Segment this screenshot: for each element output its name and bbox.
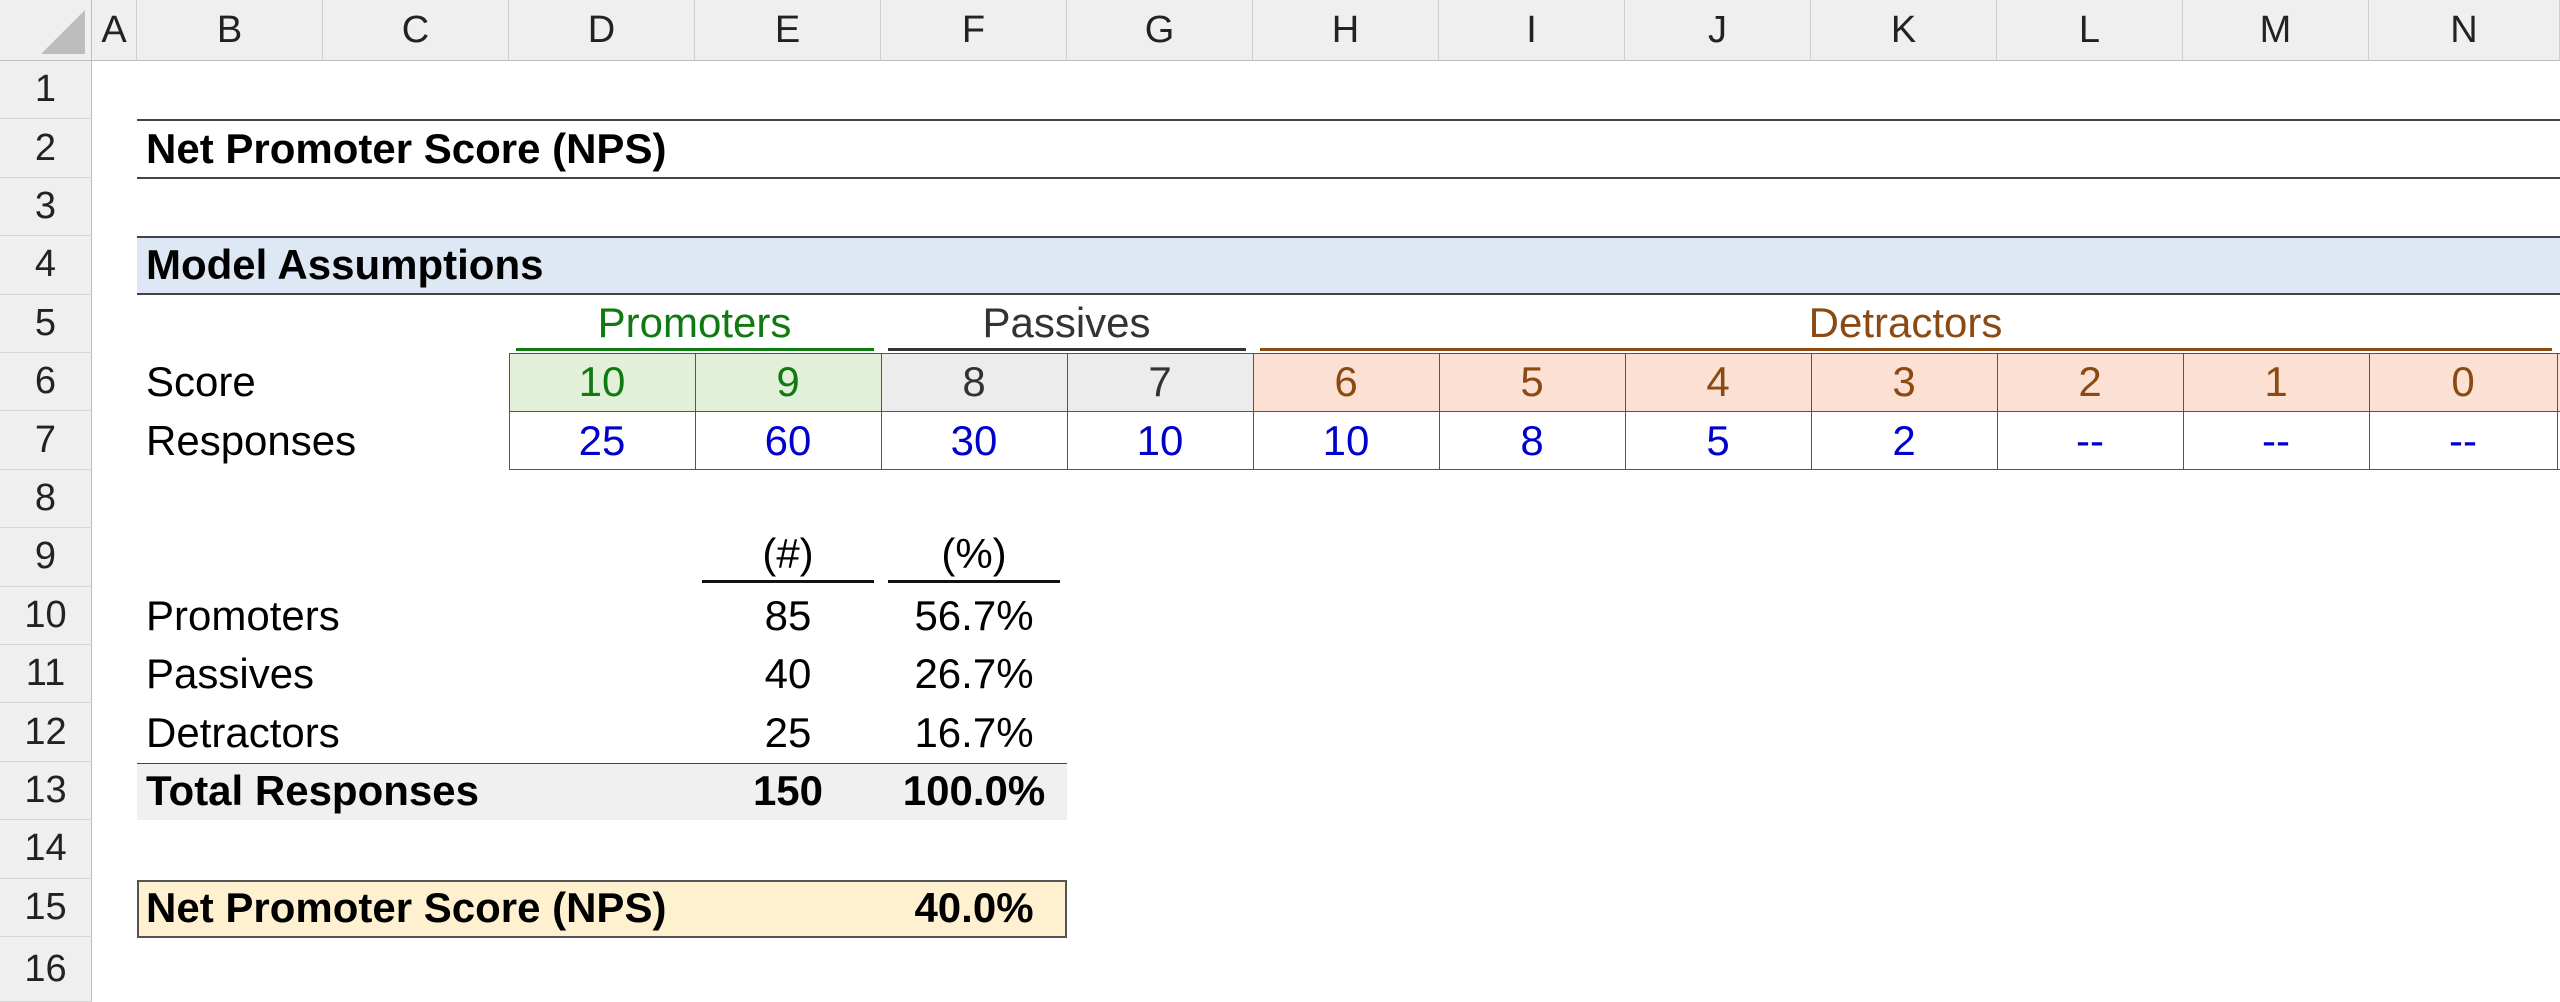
- summary-pct-detractors[interactable]: 16.7%: [881, 703, 1067, 761]
- row-header-13[interactable]: 13: [0, 761, 92, 821]
- response-cell[interactable]: 10: [1067, 411, 1253, 469]
- promoters-underline: [516, 348, 874, 351]
- score-table-vline: [2557, 353, 2558, 470]
- row-header-1[interactable]: 1: [0, 61, 92, 120]
- row-header-4[interactable]: 4: [0, 236, 92, 295]
- section-header[interactable]: Model Assumptions: [146, 236, 543, 294]
- pct-header-underline: [888, 580, 1060, 583]
- row-header-12[interactable]: 12: [0, 703, 92, 762]
- column-header-g[interactable]: G: [1067, 0, 1253, 61]
- column-header-n[interactable]: N: [2369, 0, 2560, 61]
- score-cell[interactable]: 3: [1811, 353, 1997, 411]
- row-header-2[interactable]: 2: [0, 119, 92, 178]
- summary-label-detractors[interactable]: Detractors: [146, 703, 340, 761]
- summary-count-detractors[interactable]: 25: [695, 703, 881, 761]
- row-header-8[interactable]: 8: [0, 469, 92, 529]
- group-label-promoters[interactable]: Promoters: [515, 295, 874, 351]
- select-all-triangle-icon: [41, 10, 85, 54]
- score-cell[interactable]: 10: [509, 353, 695, 411]
- count-column-header[interactable]: (#): [701, 528, 875, 580]
- row-header-15[interactable]: 15: [0, 878, 92, 937]
- count-header-underline: [702, 580, 874, 583]
- column-header-f[interactable]: F: [881, 0, 1067, 61]
- column-header-m[interactable]: M: [2183, 0, 2369, 61]
- row-header-7[interactable]: 7: [0, 411, 92, 470]
- row-header-14[interactable]: 14: [0, 820, 92, 879]
- row-header-5[interactable]: 5: [0, 294, 92, 353]
- summary-label-promoters[interactable]: Promoters: [146, 587, 340, 645]
- row-header-3[interactable]: 3: [0, 177, 92, 237]
- nps-value[interactable]: 40.0%: [881, 879, 1067, 937]
- score-cell[interactable]: 2: [1997, 353, 2183, 411]
- select-all-corner[interactable]: [0, 0, 92, 61]
- row-header-10[interactable]: 10: [0, 586, 92, 645]
- row-header-9[interactable]: 9: [0, 528, 92, 587]
- response-cell[interactable]: --: [2183, 411, 2369, 469]
- row-header-6[interactable]: 6: [0, 353, 92, 412]
- column-header-h[interactable]: H: [1253, 0, 1439, 61]
- row-label-responses[interactable]: Responses: [146, 411, 356, 469]
- total-responses-pct[interactable]: 100.0%: [881, 762, 1067, 820]
- column-header-d[interactable]: D: [509, 0, 695, 61]
- column-header-b[interactable]: B: [137, 0, 323, 61]
- response-cell[interactable]: 8: [1439, 411, 1625, 469]
- column-header-i[interactable]: I: [1439, 0, 1625, 61]
- spreadsheet-grid: A B C D E F G H I J K L M N 1 2 3 4 5 6 …: [0, 0, 2560, 1002]
- column-header-a[interactable]: A: [92, 0, 137, 61]
- score-cell[interactable]: 6: [1253, 353, 1439, 411]
- detractors-underline: [1260, 348, 2552, 351]
- column-header-l[interactable]: L: [1997, 0, 2183, 61]
- response-cell[interactable]: 25: [509, 411, 695, 469]
- response-cell[interactable]: --: [2369, 411, 2557, 469]
- score-cell[interactable]: 7: [1067, 353, 1253, 411]
- response-cell[interactable]: 60: [695, 411, 881, 469]
- column-header-k[interactable]: K: [1811, 0, 1997, 61]
- response-cell[interactable]: --: [1997, 411, 2183, 469]
- response-cell[interactable]: 2: [1811, 411, 1997, 469]
- total-responses-count[interactable]: 150: [695, 762, 881, 820]
- column-header-e[interactable]: E: [695, 0, 881, 61]
- column-header-c[interactable]: C: [323, 0, 509, 61]
- page-title[interactable]: Net Promoter Score (NPS): [146, 119, 666, 177]
- pct-column-header[interactable]: (%): [887, 528, 1061, 580]
- score-cell[interactable]: 5: [1439, 353, 1625, 411]
- row-header-11[interactable]: 11: [0, 645, 92, 704]
- response-cell[interactable]: 5: [1625, 411, 1811, 469]
- response-cell[interactable]: 10: [1253, 411, 1439, 469]
- score-cell[interactable]: 9: [695, 353, 881, 411]
- score-cell[interactable]: 1: [2183, 353, 2369, 411]
- total-responses-label[interactable]: Total Responses: [146, 762, 479, 820]
- row-header-16[interactable]: 16: [0, 937, 92, 1002]
- nps-label[interactable]: Net Promoter Score (NPS): [146, 879, 666, 937]
- score-cell[interactable]: 0: [2369, 353, 2557, 411]
- passives-underline: [888, 348, 1246, 351]
- summary-pct-passives[interactable]: 26.7%: [881, 645, 1067, 703]
- summary-count-promoters[interactable]: 85: [695, 587, 881, 645]
- group-label-passives[interactable]: Passives: [887, 295, 1246, 351]
- column-header-j[interactable]: J: [1625, 0, 1811, 61]
- score-cell[interactable]: 8: [881, 353, 1067, 411]
- group-label-detractors[interactable]: Detractors: [1259, 295, 2552, 351]
- summary-pct-promoters[interactable]: 56.7%: [881, 587, 1067, 645]
- row-label-score[interactable]: Score: [146, 353, 256, 411]
- summary-count-passives[interactable]: 40: [695, 645, 881, 703]
- summary-label-passives[interactable]: Passives: [146, 645, 314, 703]
- title-bottom-border: [137, 177, 2560, 179]
- score-cell[interactable]: 4: [1625, 353, 1811, 411]
- response-cell[interactable]: 30: [881, 411, 1067, 469]
